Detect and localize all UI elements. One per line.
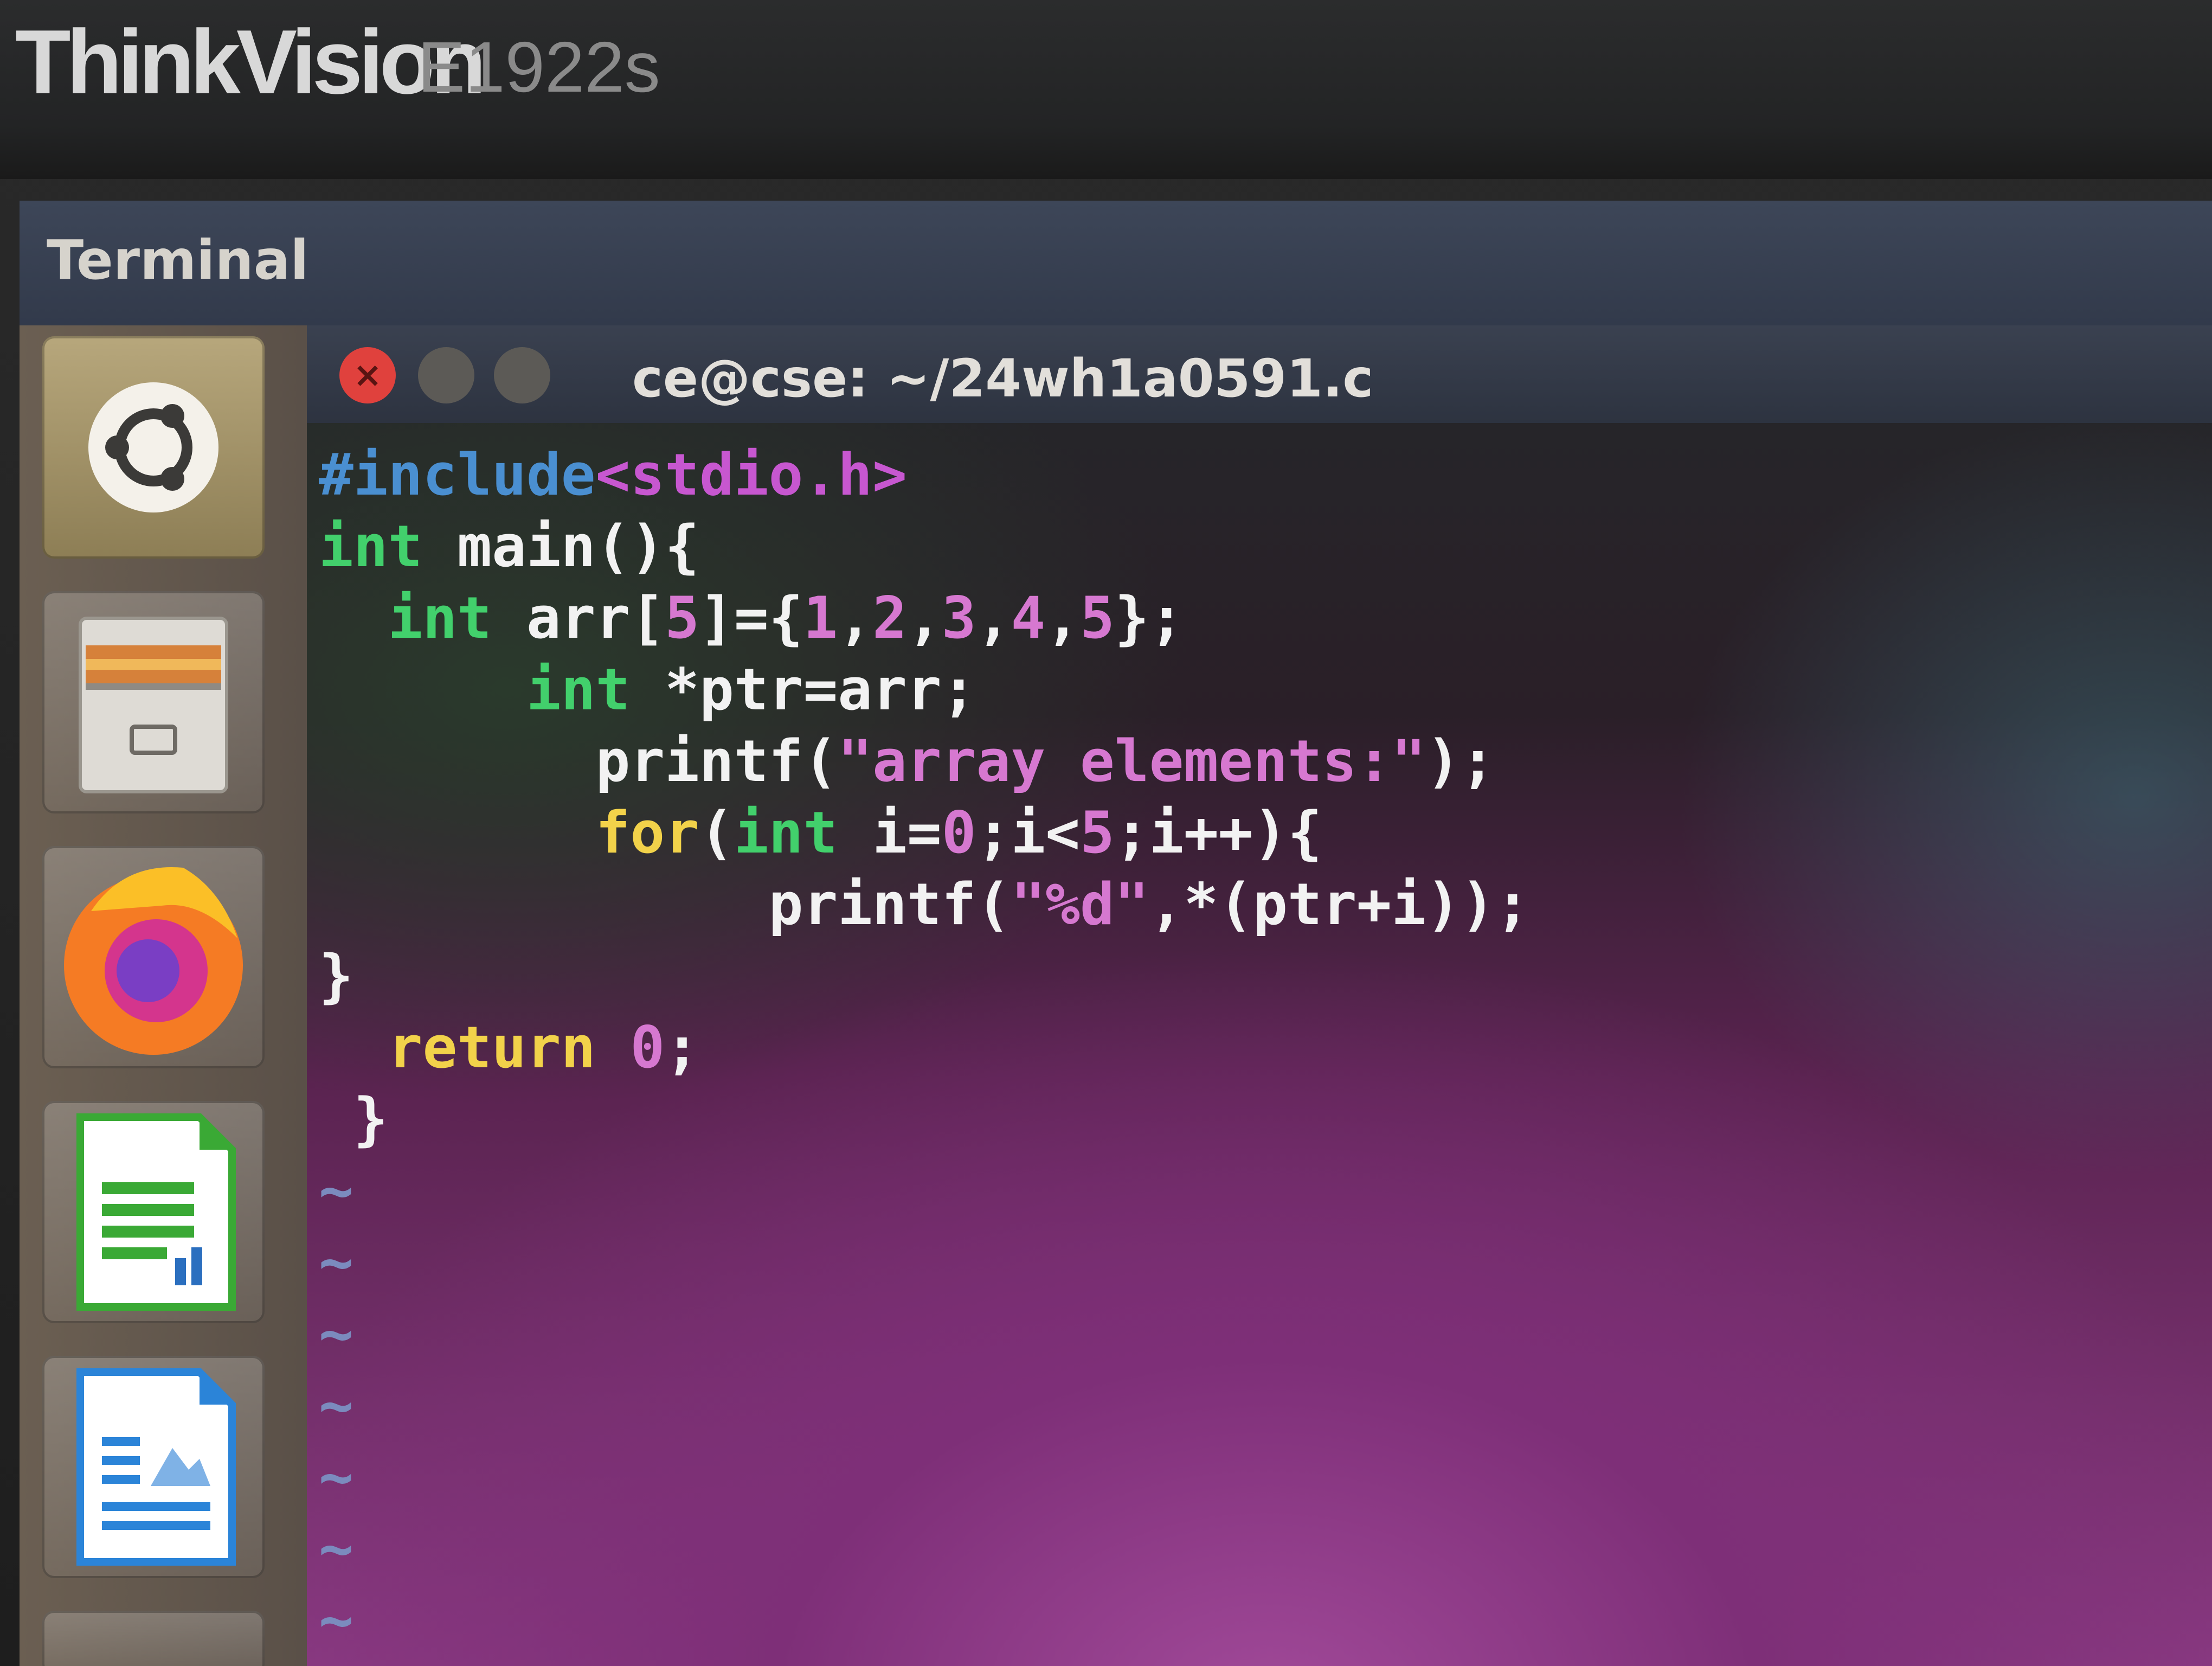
code-token: *ptr=arr;	[630, 656, 976, 723]
ubuntu-icon	[88, 382, 218, 512]
code-token: ,	[1045, 585, 1081, 651]
code-token: ;i<	[976, 799, 1081, 866]
code-token: i=	[838, 799, 942, 866]
code-token: "%d"	[1011, 871, 1149, 938]
launcher-item-libreoffice-writer[interactable]	[42, 1356, 265, 1578]
monitor-bezel: ThinkVision E1922s	[0, 0, 2212, 179]
launcher	[20, 325, 307, 1666]
code-token: #include	[319, 441, 596, 508]
empty-line-marker: ~	[319, 1229, 353, 1296]
code-line: return 0;	[319, 1012, 1530, 1084]
code-token: int	[734, 799, 838, 866]
code-line: printf("%d",*(ptr+i));	[319, 869, 1530, 940]
spreadsheet-icon	[76, 1113, 236, 1311]
code-line: }	[319, 1084, 1530, 1155]
code-token: arr[	[492, 585, 665, 651]
code-line: int *ptr=arr;	[319, 654, 1530, 726]
code-line: ~	[319, 1513, 1530, 1585]
code-token: };	[1114, 585, 1184, 651]
close-icon: ×	[353, 355, 382, 395]
maximize-button[interactable]	[494, 347, 550, 403]
code-token: 2	[872, 585, 907, 651]
firefox-icon	[64, 867, 243, 1055]
code-line: ~	[319, 1155, 1530, 1227]
photo-of-monitor: ThinkVision E1922s Terminal × ce@cse: ~/…	[0, 0, 2212, 1666]
code-token: ;i++){	[1114, 799, 1322, 866]
code-token: printf(	[319, 728, 838, 794]
launcher-item-files[interactable]	[42, 591, 265, 813]
terminal-window: × ce@cse: ~/24wh1a0591.c #include<stdio.…	[307, 325, 2212, 1666]
code-token: 5	[1080, 799, 1115, 866]
code-token: (	[699, 799, 734, 866]
monitor-model-label: E1922s	[417, 27, 660, 107]
launcher-item-libreoffice-calc[interactable]	[42, 1101, 265, 1323]
code-line: int main(){	[319, 511, 1530, 582]
code-token: for	[595, 799, 699, 866]
code-line: int arr[5]={1,2,3,4,5};	[319, 582, 1530, 654]
empty-line-marker: ~	[319, 1587, 353, 1654]
minimize-button[interactable]	[418, 347, 474, 403]
code-token: ]={	[699, 585, 803, 651]
code-token: ;	[665, 1014, 700, 1081]
code-token: }	[319, 943, 353, 1009]
code-line: ~	[319, 1585, 1530, 1656]
code-token: ,	[906, 585, 942, 651]
top-panel: Terminal	[20, 201, 2212, 325]
monitor-brand-logo: ThinkVision	[15, 11, 486, 113]
empty-line-marker: ~	[319, 1444, 353, 1510]
code-token: 3	[941, 585, 976, 651]
code-token: return	[388, 1014, 596, 1081]
terminal-title: ce@cse: ~/24wh1a0591.c	[632, 348, 1374, 409]
code-token: 4	[1011, 585, 1046, 651]
code-token: 5	[1080, 585, 1115, 651]
close-button[interactable]: ×	[339, 347, 396, 403]
file-cabinet-icon	[79, 617, 228, 793]
code-line: #include<stdio.h>	[319, 439, 1530, 511]
code-line: ~	[319, 1441, 1530, 1513]
launcher-item-partial[interactable]	[42, 1611, 265, 1666]
code-token: ,*(ptr+i));	[1149, 871, 1530, 938]
document-icon	[76, 1368, 236, 1566]
code-line: }	[319, 940, 1530, 1012]
active-app-title: Terminal	[47, 228, 309, 292]
code-token: 1	[803, 585, 838, 651]
empty-line-marker: ~	[319, 1515, 353, 1582]
code-token: }	[319, 1086, 388, 1152]
code-token: <stdio.h>	[595, 441, 907, 508]
launcher-item-ubuntu-dash[interactable]	[42, 336, 265, 559]
code-token: main(){	[422, 513, 699, 580]
code-token: 5	[665, 585, 700, 651]
code-line: printf("array elements:");	[319, 726, 1530, 797]
code-token: int	[319, 513, 423, 580]
code-line: ~	[319, 1370, 1530, 1441]
screen: Terminal × ce@cse: ~/24wh1a0591.c #inclu…	[20, 201, 2212, 1666]
terminal-titlebar: × ce@cse: ~/24wh1a0591.c	[307, 325, 2212, 423]
empty-line-marker: ~	[319, 1300, 353, 1367]
code-editor[interactable]: #include<stdio.h> int main(){ int arr[5]=…	[319, 439, 1530, 1656]
code-token: ,	[838, 585, 873, 651]
launcher-item-firefox[interactable]	[42, 846, 265, 1068]
code-token: 0	[630, 1014, 665, 1081]
empty-line-marker: ~	[319, 1157, 353, 1224]
code-token: ,	[976, 585, 1011, 651]
code-token: "array elements:"	[838, 728, 1426, 794]
code-token: );	[1426, 728, 1495, 794]
code-token: 0	[941, 799, 976, 866]
code-line: ~	[319, 1298, 1530, 1370]
empty-line-marker: ~	[319, 1372, 353, 1439]
code-token: printf(	[319, 871, 1011, 938]
code-token: int	[388, 585, 492, 651]
code-line: ~	[319, 1227, 1530, 1298]
code-line: for(int i=0;i<5;i++){	[319, 797, 1530, 869]
code-token: int	[526, 656, 631, 723]
